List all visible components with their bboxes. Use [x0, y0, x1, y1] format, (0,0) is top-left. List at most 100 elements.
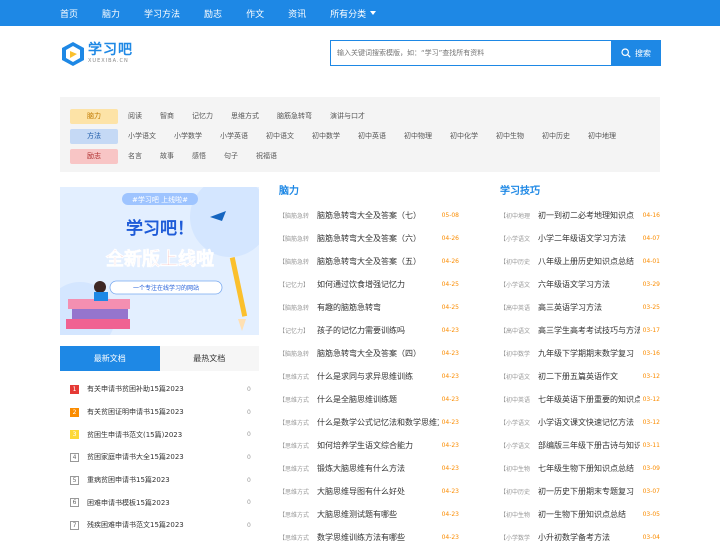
article-tag: 【脑筋急转 [279, 305, 310, 312]
article-date: 04-23 [441, 373, 459, 380]
category-item[interactable]: 初中语文 [266, 131, 294, 141]
article-row[interactable]: 【初中地理 初一到初二必考地理知识点 04-16 [500, 204, 660, 227]
article-title: 初一到初二必考地理知识点 [538, 211, 634, 220]
nav-method[interactable]: 学习方法 [144, 7, 180, 20]
article-row[interactable]: 【初中生物 初一生物下册知识点总结 03-05 [500, 503, 660, 526]
category-item[interactable]: 故事 [160, 151, 174, 161]
article-row[interactable]: 【初中数学 九年级下学期期末数学复习 03-16 [500, 342, 660, 365]
article-title: 脑筋急转弯大全及答案（七） [317, 211, 421, 220]
search-input[interactable] [330, 40, 611, 66]
article-title: 七年级生物下册知识点总结 [538, 464, 634, 473]
article-title: 八年级上册历史知识点总结 [538, 257, 634, 266]
tab-newest[interactable]: 最新文档 [60, 346, 160, 371]
article-date: 04-23 [441, 511, 459, 518]
article-row[interactable]: 【初中历史 初一历史下册期末专题复习 03-07 [500, 480, 660, 503]
article-row[interactable]: 【思维方式 大脑思维导图有什么好处 04-23 [279, 480, 459, 503]
article-row[interactable]: 【脑筋急转 脑筋急转弯大全及答案（六） 04-26 [279, 227, 459, 250]
article-row[interactable]: 【思维方式 数学思维训练方法有哪些 04-23 [279, 526, 459, 549]
category-item[interactable]: 记忆力 [192, 111, 213, 121]
logo-subtitle: XUEXIBA.CN [88, 57, 129, 64]
search-button[interactable]: 搜索 [611, 40, 661, 66]
section-title-brain[interactable]: 脑力 [279, 182, 459, 204]
nav-all-categories[interactable]: 所有分类 [330, 7, 377, 20]
category-item[interactable]: 阅读 [128, 111, 142, 121]
category-item[interactable]: 小学英语 [220, 131, 248, 141]
article-title: 大脑思维测试题有哪些 [317, 510, 397, 519]
article-tag: 【记忆力】 [279, 328, 310, 335]
article-row[interactable]: 【高中英语 高三英语学习方法 03-25 [500, 296, 660, 319]
article-date: 03-29 [642, 281, 660, 288]
nav-home[interactable]: 首页 [60, 7, 78, 20]
category-item[interactable]: 初中物理 [404, 131, 432, 141]
category-item[interactable]: 感悟 [192, 151, 206, 161]
nav-brain[interactable]: 脑力 [102, 7, 120, 20]
category-item[interactable]: 祝福语 [256, 151, 277, 161]
category-item[interactable]: 初中地理 [588, 131, 616, 141]
article-date: 03-25 [642, 304, 660, 311]
article-row[interactable]: 【初中语文 初二下册五篇英语作文 03-12 [500, 365, 660, 388]
article-row[interactable]: 【初中生物 七年级生物下册知识点总结 03-09 [500, 457, 660, 480]
article-row[interactable]: 【小学数学 小升初数学备考方法 03-04 [500, 526, 660, 549]
category-item[interactable]: 名言 [128, 151, 142, 161]
article-row[interactable]: 【小学语文 小学二年级语文学习方法 04-07 [500, 227, 660, 250]
article-row[interactable]: 【脑筋急转 脑筋急转弯大全及答案（七） 05-08 [279, 204, 459, 227]
article-row[interactable]: 【思维方式 什么是全脑思维训练题 04-23 [279, 388, 459, 411]
article-row[interactable]: 【高中语文 高三学生高考考试技巧与方法 03-17 [500, 319, 660, 342]
promo-banner[interactable]: #学习吧 上线啦# 学习吧！ 全新版上线啦 一个专注在线学习的网站 [60, 187, 259, 335]
article-row[interactable]: 【初中历史 八年级上册历史知识点总结 04-01 [500, 250, 660, 273]
list-item[interactable]: 4 贫困家庭申请书大全15篇2023 0 [60, 446, 259, 469]
section-title-skill[interactable]: 学习技巧 [500, 182, 660, 204]
list-item[interactable]: 2 有关贫困证明申请书15篇2023 0 [60, 401, 259, 424]
article-row[interactable]: 【思维方式什么是数学公式记忆法和数学思维方式04-23 [279, 411, 459, 434]
category-item[interactable]: 句子 [224, 151, 238, 161]
category-item[interactable]: 演讲与口才 [330, 111, 365, 121]
category-tag[interactable]: 方法 [70, 128, 118, 144]
category-item[interactable]: 脑筋急转弯 [277, 111, 312, 121]
category-item[interactable]: 小学数学 [174, 131, 202, 141]
site-logo[interactable]: 学习吧 XUEXIBA.CN [60, 40, 133, 66]
article-row[interactable]: 【思维方式 如何培养学生语文综合能力 04-23 [279, 434, 459, 457]
search-button-label: 搜索 [635, 48, 651, 58]
nav-inspire[interactable]: 励志 [204, 7, 222, 20]
tab-hottest[interactable]: 最热文档 [160, 346, 260, 371]
article-tag: 【高中英语 [500, 305, 531, 312]
article-row[interactable]: 【记忆力】 孩子的记忆力需要训练吗 04-23 [279, 319, 459, 342]
article-row[interactable]: 【思维方式 什么是求同与求异思维训练 04-23 [279, 365, 459, 388]
nav-essay[interactable]: 作文 [246, 7, 264, 20]
article-date: 03-05 [642, 511, 660, 518]
list-item-count: 0 [247, 476, 251, 484]
article-tag: 【初中英语 [500, 397, 531, 404]
list-item[interactable]: 6 困难申请书模板15篇2023 0 [60, 491, 259, 514]
category-item[interactable]: 初中生物 [496, 131, 524, 141]
nav-news[interactable]: 资讯 [288, 7, 306, 20]
article-row[interactable]: 【小学语文 六年级语文学习方法 03-29 [500, 273, 660, 296]
article-row[interactable]: 【小学语文 部编版三年级下册古诗与知识 03-11 [500, 434, 660, 457]
category-item[interactable]: 初中英语 [358, 131, 386, 141]
article-row[interactable]: 【小学语文 小学语文课文快速记忆方法 03-12 [500, 411, 660, 434]
category-item[interactable]: 初中历史 [542, 131, 570, 141]
category-tag[interactable]: 脑力 [70, 108, 118, 124]
article-row[interactable]: 【初中英语 七年级英语下册重要的知识点 03-12 [500, 388, 660, 411]
category-item[interactable]: 思维方式 [231, 111, 259, 121]
article-row[interactable]: 【思维方式 锻炼大脑思维有什么方法 04-23 [279, 457, 459, 480]
article-tag: 【脑筋急转 [279, 259, 310, 266]
list-item[interactable]: 1 有关申请书贫困补助15篇2023 0 [60, 378, 259, 401]
category-item[interactable]: 小学语文 [128, 131, 156, 141]
category-tag[interactable]: 励志 [70, 148, 118, 164]
category-item[interactable]: 初中数学 [312, 131, 340, 141]
list-item-title: 重病贫困申请书15篇2023 [87, 476, 170, 485]
category-item[interactable]: 智商 [160, 111, 174, 121]
article-date: 03-09 [642, 465, 660, 472]
article-tag: 【初中历史 [500, 259, 531, 266]
list-item[interactable]: 7 残疾困难申请书范文15篇2023 0 [60, 514, 259, 537]
article-row[interactable]: 【记忆力】 如何通过饮食增强记忆力 04-25 [279, 273, 459, 296]
article-row[interactable]: 【脑筋急转 脑筋急转弯大全及答案（四） 04-23 [279, 342, 459, 365]
article-row[interactable]: 【脑筋急转 脑筋急转弯大全及答案（五） 04-26 [279, 250, 459, 273]
article-date: 03-12 [642, 419, 660, 426]
article-row[interactable]: 【脑筋急转 有趣的脑筋急转弯 04-25 [279, 296, 459, 319]
list-item[interactable]: 3 贫困生申请书范文(15篇)2023 0 [60, 423, 259, 446]
article-row[interactable]: 【思维方式 大脑思维测试题有哪些 04-23 [279, 503, 459, 526]
article-tag: 【思维方式 [279, 535, 310, 542]
list-item[interactable]: 5 重病贫困申请书15篇2023 0 [60, 469, 259, 492]
category-item[interactable]: 初中化学 [450, 131, 478, 141]
